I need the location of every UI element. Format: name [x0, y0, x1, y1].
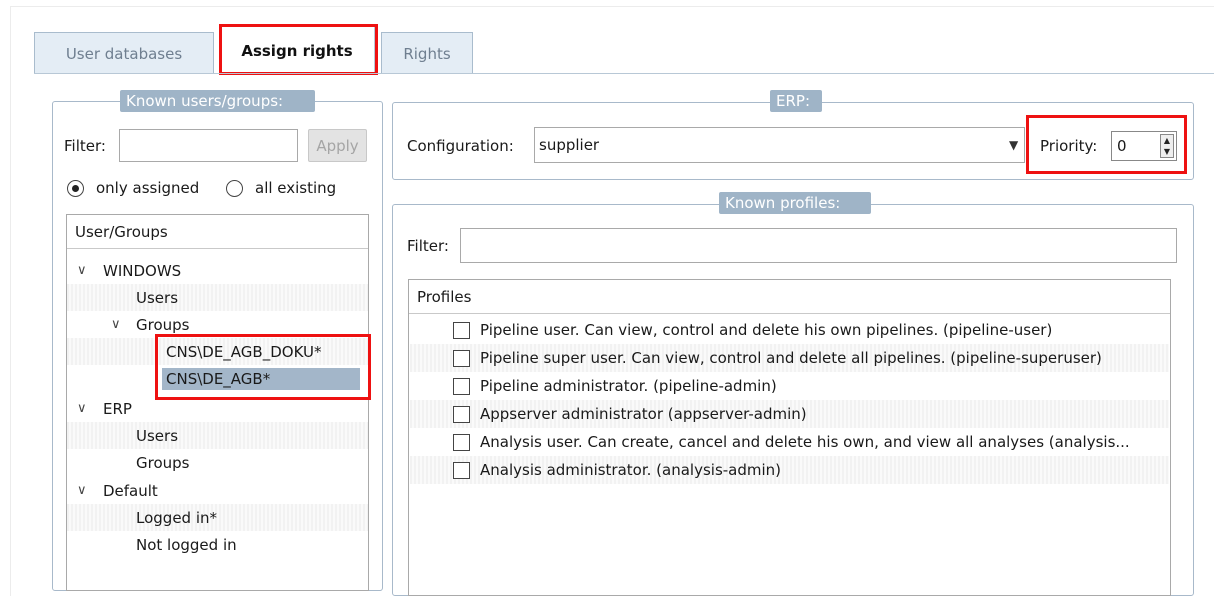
profiles-list[interactable]: Profiles Pipeline user. Can view, contro… [408, 279, 1171, 596]
users-groups-tree[interactable]: User/Groups ∨ WINDOWS Users ∨ Groups CNS… [66, 214, 369, 591]
tab-content-border [34, 73, 1214, 74]
tree-node-logged-in[interactable]: Logged in* [67, 504, 368, 531]
priority-spinner[interactable]: 0 ▲ ▼ [1111, 131, 1177, 161]
tree-node-windows[interactable]: ∨ WINDOWS [67, 257, 368, 284]
profiles-filter-label: Filter: [407, 237, 449, 255]
profiles-filter-input[interactable] [460, 228, 1177, 263]
users-filter-input[interactable] [119, 129, 298, 162]
profile-item[interactable]: Analysis administrator. (analysis-admin) [410, 456, 1169, 484]
radio-all-existing[interactable] [226, 180, 243, 197]
tree-header: User/Groups [67, 215, 368, 249]
tree-node-cns-de-agb-doku[interactable]: CNS\DE_AGB_DOKU* [67, 338, 368, 365]
profile-checkbox[interactable] [453, 350, 470, 367]
profile-checkbox[interactable] [453, 462, 470, 479]
tab-label: User databases [65, 44, 183, 63]
tab-rights[interactable]: Rights [381, 32, 473, 74]
radio-all-existing-label: all existing [255, 179, 337, 197]
configuration-label: Configuration: [407, 137, 514, 155]
users-filter-label: Filter: [64, 137, 106, 155]
spin-down-icon[interactable]: ▼ [1161, 146, 1173, 157]
priority-label: Priority: [1040, 137, 1098, 155]
profile-item[interactable]: Pipeline administrator. (pipeline-admin) [410, 372, 1169, 400]
erp-legend: ERP: [770, 90, 822, 112]
profile-checkbox[interactable] [453, 322, 470, 339]
tree-node-windows-groups[interactable]: ∨ Groups [67, 311, 368, 338]
tab-assign-rights[interactable]: Assign rights [219, 26, 375, 74]
tree-node-default[interactable]: ∨ Default [67, 477, 368, 504]
spin-up-icon[interactable]: ▲ [1161, 135, 1173, 146]
outer-frame-left [10, 6, 11, 596]
profiles-header: Profiles [409, 280, 1170, 314]
tab-label: Assign rights [241, 41, 353, 60]
chevron-down-icon[interactable]: ∨ [77, 401, 87, 416]
chevron-down-icon[interactable]: ∨ [77, 483, 87, 498]
tree-node-erp[interactable]: ∨ ERP [67, 395, 368, 422]
configuration-combo[interactable]: supplier ▼ [534, 127, 1025, 163]
known-users-groups-legend: Known users/groups: [120, 90, 315, 112]
profile-item[interactable]: Analysis user. Can create, cancel and de… [410, 428, 1169, 456]
profile-checkbox[interactable] [453, 378, 470, 395]
tree-node-erp-groups[interactable]: Groups [67, 449, 368, 476]
tree-node-cns-de-agb[interactable]: CNS\DE_AGB* [67, 365, 368, 392]
tab-user-databases[interactable]: User databases [34, 32, 214, 74]
radio-only-assigned-label: only assigned [96, 179, 200, 197]
tree-node-erp-users[interactable]: Users [67, 422, 368, 449]
tree-node-windows-users[interactable]: Users [67, 284, 368, 311]
apply-button[interactable]: Apply [308, 129, 367, 162]
tree-node-not-logged-in[interactable]: Not logged in [67, 531, 368, 558]
profile-checkbox[interactable] [453, 434, 470, 451]
tab-label: Rights [403, 44, 451, 63]
profile-item[interactable]: Pipeline user. Can view, control and del… [410, 316, 1169, 344]
profile-item[interactable]: Appserver administrator (appserver-admin… [410, 400, 1169, 428]
dropdown-arrow-icon[interactable]: ▼ [1009, 138, 1018, 152]
spin-up-down-icon[interactable]: ▲ ▼ [1160, 134, 1174, 158]
outer-frame-top [10, 6, 1214, 7]
chevron-down-icon[interactable]: ∨ [111, 317, 121, 332]
radio-only-assigned[interactable] [67, 180, 84, 197]
chevron-down-icon[interactable]: ∨ [77, 263, 87, 278]
known-profiles-legend: Known profiles: [719, 192, 871, 214]
profile-checkbox[interactable] [453, 406, 470, 423]
profile-item[interactable]: Pipeline super user. Can view, control a… [410, 344, 1169, 372]
